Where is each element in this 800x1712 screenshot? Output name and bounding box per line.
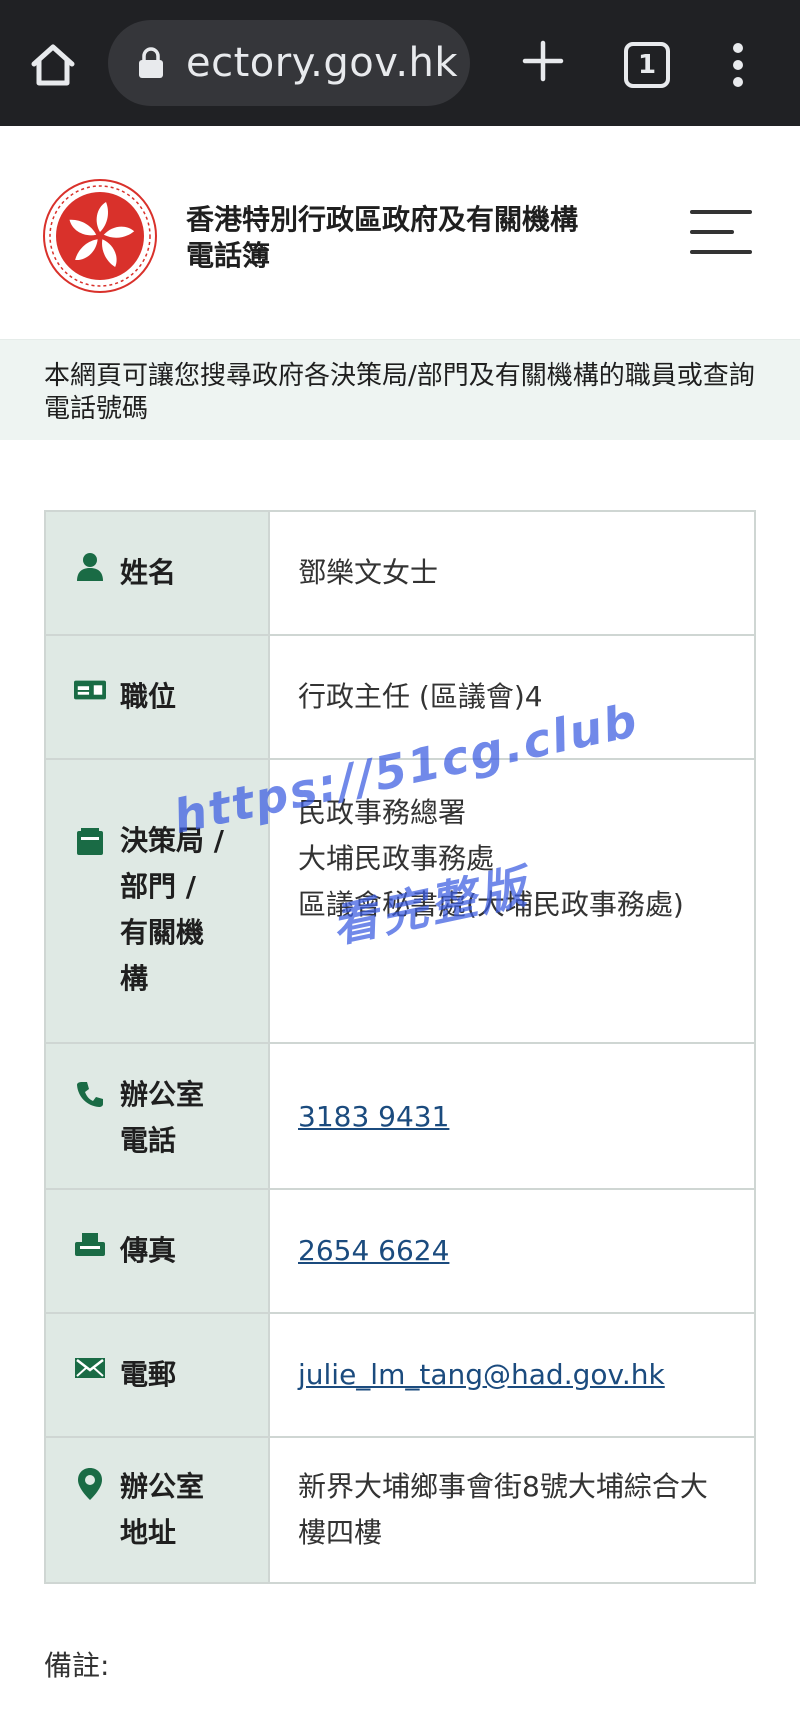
post-label-cell: 職位 bbox=[46, 636, 270, 758]
department-row: 決策局 / 部門 / 有關機構 民政事務總署 大埔民政事務處 區議會秘書處(大埔… bbox=[46, 760, 754, 1044]
hk-emblem-icon bbox=[42, 178, 158, 294]
email-link[interactable]: julie_lm_tang@had.gov.hk bbox=[298, 1358, 665, 1391]
department-label: 決策局 / 部門 / 有關機構 bbox=[120, 824, 224, 995]
site-title: 香港特別行政區政府及有關機構電話簿 bbox=[186, 203, 579, 272]
fax-row: 傳真 2654 6624 bbox=[46, 1190, 754, 1314]
name-value: 鄧樂文女士 bbox=[298, 556, 439, 589]
lock-icon bbox=[138, 47, 164, 79]
department-label-cell: 決策局 / 部門 / 有關機構 bbox=[46, 760, 270, 1042]
post-value: 行政主任 (區議會)4 bbox=[298, 680, 543, 713]
person-icon bbox=[74, 550, 106, 582]
fax-label-cell: 傳真 bbox=[46, 1190, 270, 1312]
new-tab-icon[interactable] bbox=[520, 38, 566, 84]
office-address-value: 新界大埔鄉事會街8號大埔綜合大樓四樓 bbox=[298, 1470, 708, 1549]
department-line: 區議會秘書處(大埔民政事務處) bbox=[298, 888, 684, 921]
staff-details-table: 姓名 鄧樂文女士 職位 行政主任 (區議會)4 決策局 / 部門 / 有關機構 … bbox=[44, 510, 756, 1584]
overflow-menu-icon[interactable] bbox=[728, 40, 748, 90]
email-row: 電郵 julie_lm_tang@had.gov.hk bbox=[46, 1314, 754, 1438]
phone-icon bbox=[74, 1078, 106, 1110]
home-icon[interactable] bbox=[28, 40, 78, 90]
intro-text: 本網頁可讓您搜尋政府各決策局/部門及有關機構的職員或查詢電話號碼 bbox=[0, 340, 800, 440]
department-line: 民政事務總署 bbox=[298, 796, 467, 829]
office-phone-cell: 3183 9431 bbox=[270, 1044, 754, 1188]
name-row: 姓名 鄧樂文女士 bbox=[46, 512, 754, 636]
browser-toolbar: ectory.gov.hk 1 bbox=[0, 0, 800, 126]
remarks-label: 備註: bbox=[44, 1649, 110, 1682]
url-text: ectory.gov.hk bbox=[186, 40, 459, 86]
email-cell: julie_lm_tang@had.gov.hk bbox=[270, 1314, 754, 1436]
post-row: 職位 行政主任 (區議會)4 bbox=[46, 636, 754, 760]
fax-icon bbox=[74, 1228, 106, 1260]
office-phone-row: 辦公室電話 3183 9431 bbox=[46, 1044, 754, 1190]
name-label-cell: 姓名 bbox=[46, 512, 270, 634]
email-label-cell: 電郵 bbox=[46, 1314, 270, 1436]
post-label: 職位 bbox=[120, 680, 177, 713]
map-pin-icon bbox=[74, 1468, 106, 1500]
office-phone-label: 辦公室電話 bbox=[120, 1078, 205, 1157]
id-card-icon bbox=[74, 674, 106, 706]
fax-label: 傳真 bbox=[120, 1234, 177, 1267]
office-phone-link[interactable]: 3183 9431 bbox=[298, 1100, 449, 1133]
name-label: 姓名 bbox=[120, 556, 177, 589]
department-value: 民政事務總署 大埔民政事務處 區議會秘書處(大埔民政事務處) bbox=[270, 760, 754, 1042]
site-header: 香港特別行政區政府及有關機構電話簿 bbox=[0, 126, 800, 340]
office-address-label: 辦公室地址 bbox=[120, 1470, 205, 1549]
address-bar[interactable]: ectory.gov.hk bbox=[108, 20, 470, 106]
email-label: 電郵 bbox=[120, 1358, 177, 1391]
envelope-icon bbox=[74, 1352, 106, 1384]
office-address-label-cell: 辦公室地址 bbox=[46, 1438, 270, 1582]
department-line: 大埔民政事務處 bbox=[298, 842, 495, 875]
fax-link[interactable]: 2654 6624 bbox=[298, 1234, 449, 1267]
hamburger-menu-icon[interactable] bbox=[690, 206, 756, 258]
building-icon bbox=[74, 826, 106, 858]
office-address-row: 辦公室地址 新界大埔鄉事會街8號大埔綜合大樓四樓 bbox=[46, 1438, 754, 1584]
fax-cell: 2654 6624 bbox=[270, 1190, 754, 1312]
tab-switcher-button[interactable]: 1 bbox=[624, 42, 670, 88]
office-phone-label-cell: 辦公室電話 bbox=[46, 1044, 270, 1188]
